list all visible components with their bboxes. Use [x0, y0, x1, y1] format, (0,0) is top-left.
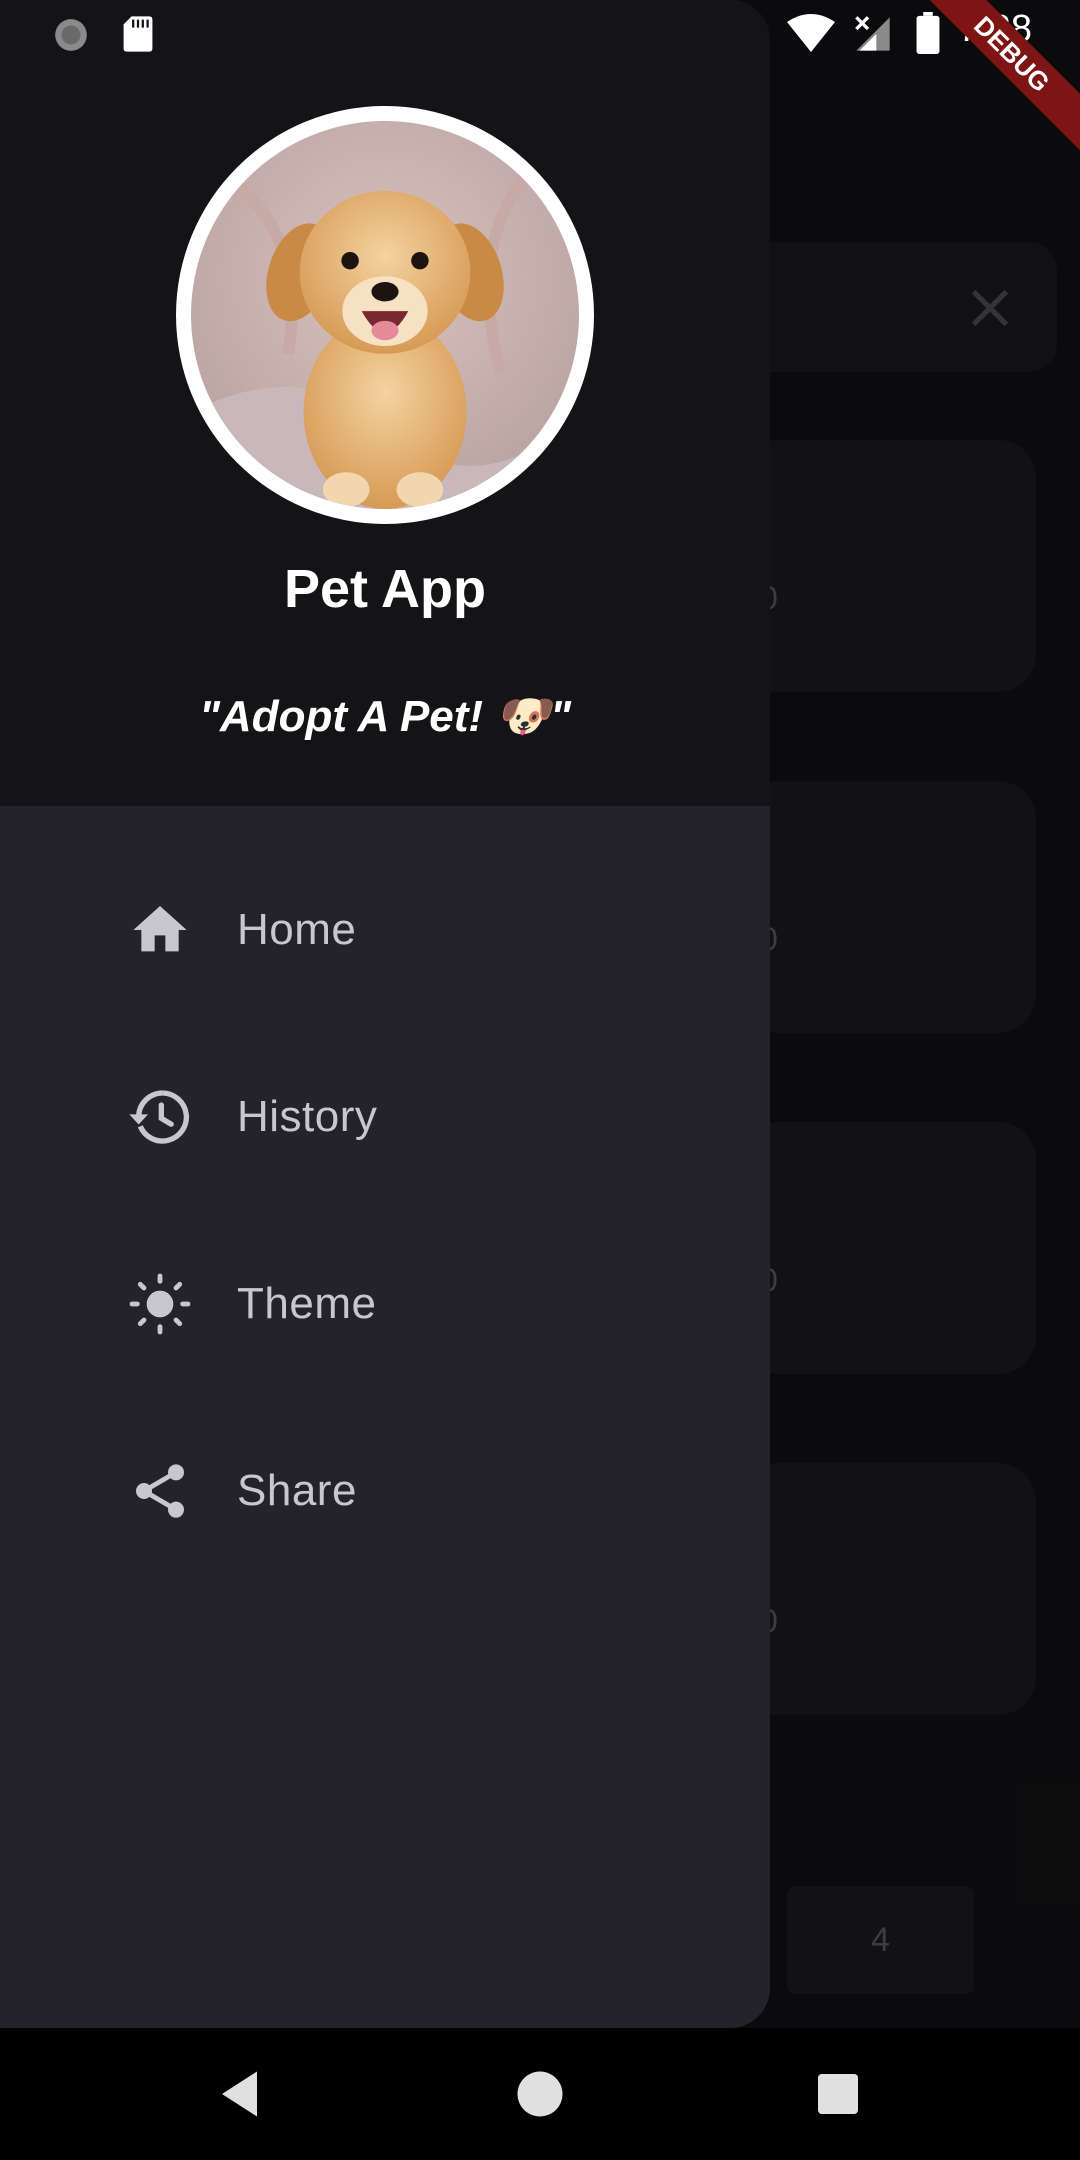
drawer-item-label: Home: [237, 905, 357, 954]
drawer-item-share[interactable]: Share: [88, 1431, 728, 1551]
puppy-photo: [191, 121, 579, 509]
history-icon: [128, 1085, 192, 1149]
drawer-header: Pet App "Adopt A Pet! 🐶": [0, 0, 770, 806]
drawer-item-label: History: [237, 1092, 378, 1141]
drawer-item-history[interactable]: History: [88, 1057, 728, 1177]
sync-icon: [55, 19, 87, 51]
screen: 0 0 0 0 4 7:38 DEBUG: [0, 0, 1080, 2160]
app-tagline: "Adopt A Pet! 🐶": [199, 692, 571, 741]
share-icon: [128, 1459, 192, 1523]
home-button[interactable]: [510, 2064, 570, 2124]
app-name: Pet App: [284, 559, 486, 619]
drawer-item-label: Share: [237, 1466, 357, 1515]
status-bar: 7:38: [0, 0, 1080, 66]
recents-button[interactable]: [808, 2064, 868, 2124]
drawer-item-theme[interactable]: Theme: [88, 1244, 728, 1364]
sun-icon: [128, 1272, 192, 1336]
home-icon: [128, 898, 192, 962]
drawer-item-home[interactable]: Home: [88, 870, 728, 990]
avatar: [176, 106, 594, 524]
navigation-drawer: Pet App "Adopt A Pet! 🐶" Home History Th…: [0, 0, 770, 2028]
battery-icon: [916, 12, 940, 54]
wifi-icon: [787, 14, 835, 52]
sd-card-icon: [123, 16, 153, 52]
cellular-no-signal-icon: [855, 16, 890, 51]
drawer-item-label: Theme: [237, 1279, 377, 1328]
system-nav-bar: [0, 2028, 1080, 2160]
back-button[interactable]: [212, 2064, 272, 2124]
puppy-illustration: [191, 121, 579, 509]
